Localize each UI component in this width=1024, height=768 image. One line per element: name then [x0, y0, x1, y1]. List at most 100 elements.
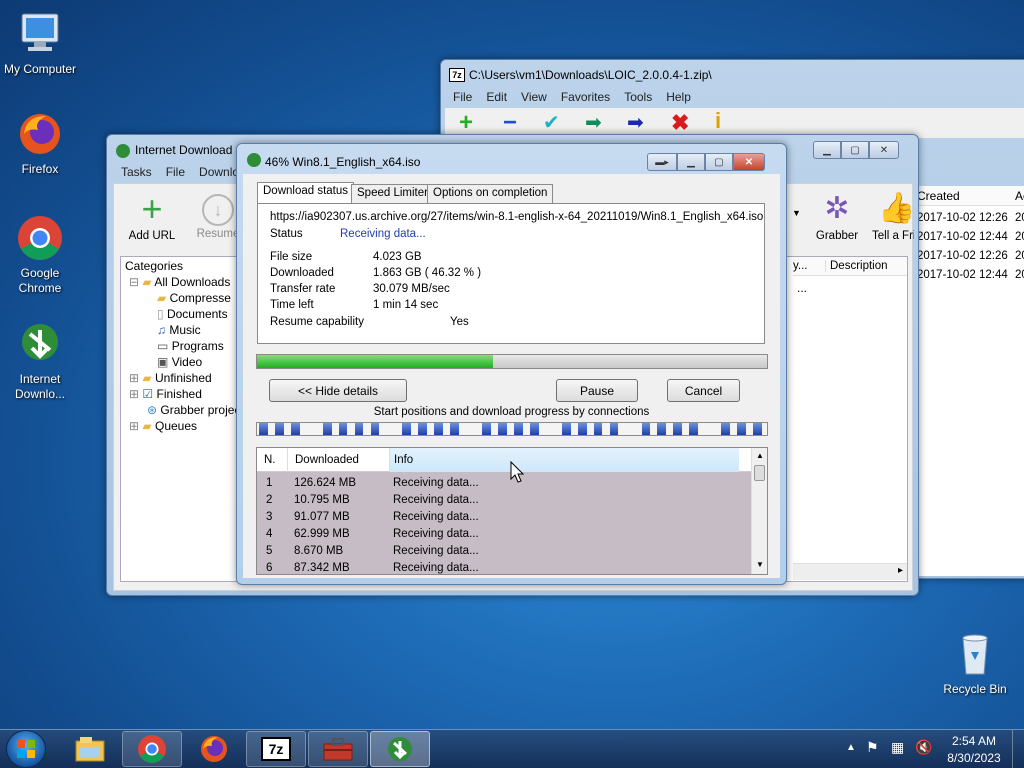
network-icon[interactable]: ▦ — [891, 739, 904, 756]
taskbar-idm[interactable] — [370, 731, 430, 767]
connection-segment — [609, 423, 619, 435]
add-url-button[interactable]: + Add URL — [122, 190, 182, 243]
horizontal-scrollbar[interactable]: ▸ — [793, 563, 907, 580]
minimize-button[interactable]: ▁ — [813, 141, 841, 159]
connection-row[interactable]: 2 10.795 MB Receiving data... — [257, 492, 751, 509]
tree-item-programs[interactable]: ▭ Programs — [157, 339, 224, 353]
connection-segment — [274, 423, 284, 435]
extract-icon[interactable]: − — [503, 111, 517, 135]
pause-button[interactable]: Pause — [556, 379, 638, 402]
menu-file[interactable]: File — [166, 165, 185, 179]
tree-item-grabber-projects[interactable]: ⊛ Grabber projec — [147, 403, 240, 417]
tree-item-compressed[interactable]: ▰ Compresse — [157, 291, 231, 305]
column-n[interactable]: N. — [264, 454, 276, 466]
tab-download-status[interactable]: Download status — [257, 182, 355, 203]
clock-time[interactable]: 2:54 AM — [944, 734, 1004, 748]
delete-icon[interactable]: ✖ — [671, 112, 689, 134]
desktop-icon-my-computer[interactable]: My Computer — [0, 10, 80, 77]
menu-edit[interactable]: Edit — [486, 90, 507, 104]
connection-segment — [370, 423, 380, 435]
menu-file[interactable]: File — [453, 90, 472, 104]
maximize-button[interactable]: ▢ — [705, 153, 733, 171]
column-accessed[interactable]: Ac — [1015, 189, 1024, 203]
maximize-button[interactable]: ▢ — [841, 141, 869, 159]
hide-details-button[interactable]: << Hide details — [269, 379, 407, 402]
connection-row[interactable]: 1 126.624 MB Receiving data... — [257, 475, 751, 492]
folder-icon: ▰ — [142, 371, 152, 385]
show-desktop-button[interactable] — [1012, 730, 1024, 768]
tree-item-all-downloads[interactable]: ⊟ ▰ All Downloads — [129, 275, 230, 289]
grabber-button[interactable]: ✲ Grabber — [812, 190, 862, 242]
desktop-icon-recycle-bin[interactable]: Recycle Bin — [935, 630, 1015, 697]
column-info[interactable]: Info — [389, 448, 739, 472]
move-icon[interactable]: ➡ — [627, 112, 644, 134]
taskbar-7zip[interactable]: 7z — [246, 731, 306, 767]
minimize-to-tray-button[interactable]: ▬▸ — [647, 153, 677, 171]
vertical-scrollbar[interactable]: ▲ ▼ — [751, 448, 767, 574]
scroll-right-icon[interactable]: ▸ — [898, 565, 903, 576]
taskbar-firefox[interactable] — [184, 731, 244, 767]
taskbar-chrome[interactable] — [122, 731, 182, 767]
menu-view[interactable]: View — [521, 90, 547, 104]
desktop-icon-firefox[interactable]: Firefox — [0, 110, 80, 177]
idm-icon — [388, 737, 412, 761]
dropdown-arrow-icon[interactable]: ▼ — [792, 208, 801, 218]
tree-item-finished[interactable]: ⊞ ☑ Finished — [129, 387, 202, 401]
menu-tasks[interactable]: Tasks — [121, 165, 152, 179]
connection-row[interactable]: 5 8.670 MB Receiving data... — [257, 543, 751, 560]
column-created[interactable]: Created — [917, 189, 960, 203]
taskbar-explorer[interactable] — [60, 731, 120, 767]
menu-tools[interactable]: Tools — [624, 90, 652, 104]
column-downloaded[interactable]: Downloaded — [287, 448, 389, 472]
tab-speed-limiter[interactable]: Speed Limiter — [351, 184, 434, 203]
close-button[interactable]: ✕ — [869, 141, 899, 159]
scroll-thumb[interactable] — [754, 465, 765, 481]
menu-downloads[interactable]: Downlo — [199, 165, 239, 179]
clock-date[interactable]: 8/30/2023 — [944, 751, 1004, 765]
minimize-button[interactable]: ▁ — [677, 153, 705, 171]
column-header[interactable]: y... — [793, 260, 807, 272]
menu-favorites[interactable]: Favorites — [561, 90, 610, 104]
tab-options-on-completion[interactable]: Options on completion — [427, 184, 554, 203]
tree-item-queues[interactable]: ⊞ ▰ Queues — [129, 419, 197, 433]
info-icon[interactable]: i — [715, 110, 721, 132]
action-center-icon[interactable]: ⚑ — [866, 739, 879, 756]
cancel-button[interactable]: Cancel — [667, 379, 740, 402]
taskbar-toolbox[interactable] — [308, 731, 368, 767]
column-description[interactable]: Description — [825, 260, 888, 272]
download-dialog[interactable]: 46% Win8.1_English_x64.iso ▬▸ ▁ ▢ ✕ Down… — [236, 143, 787, 585]
file-size-label: File size — [270, 251, 313, 263]
connection-downloaded: 8.670 MB — [294, 545, 344, 557]
desktop-icon-chrome[interactable]: Google Chrome — [0, 214, 80, 296]
connection-row[interactable]: 3 91.077 MB Receiving data... — [257, 509, 751, 526]
connection-segment — [721, 423, 730, 435]
start-button[interactable] — [6, 730, 46, 768]
connection-row[interactable]: 6 87.342 MB Receiving data... — [257, 560, 751, 574]
connection-segment — [641, 423, 651, 435]
connection-downloaded: 91.077 MB — [294, 511, 350, 523]
add-icon[interactable]: + — [459, 111, 473, 135]
connection-number: 4 — [266, 528, 273, 540]
connection-segment — [753, 423, 762, 435]
tell-friend-button[interactable]: 👍 Tell a Fri — [872, 190, 914, 242]
menu-help[interactable]: Help — [666, 90, 691, 104]
close-button[interactable]: ✕ — [733, 153, 765, 171]
music-icon: ♫ — [157, 323, 166, 337]
connection-segment — [498, 423, 507, 435]
tree-item-video[interactable]: ▣ Video — [157, 355, 202, 369]
firefox-icon — [201, 736, 227, 762]
volume-muted-icon[interactable]: 🔇 — [915, 739, 932, 756]
tree-item-unfinished[interactable]: ⊞ ▰ Unfinished — [129, 371, 212, 385]
scroll-down-icon[interactable]: ▼ — [756, 560, 764, 569]
accessed-cell: 20 — [1015, 250, 1024, 262]
resume-capability-label: Resume capability — [270, 316, 364, 328]
connection-row[interactable]: 4 62.999 MB Receiving data... — [257, 526, 751, 543]
scroll-up-icon[interactable]: ▲ — [756, 451, 764, 460]
desktop-icon-idm[interactable]: Internet Downlo... — [0, 320, 80, 402]
resume-icon: ↓ — [202, 194, 234, 226]
tree-item-music[interactable]: ♫ Music — [157, 323, 201, 337]
test-icon[interactable]: ✔ — [543, 112, 560, 134]
tree-item-documents[interactable]: ▯ Documents — [157, 307, 228, 321]
show-hidden-icons-icon[interactable]: ▲ — [846, 742, 856, 753]
copy-icon[interactable]: ➡ — [585, 112, 602, 134]
